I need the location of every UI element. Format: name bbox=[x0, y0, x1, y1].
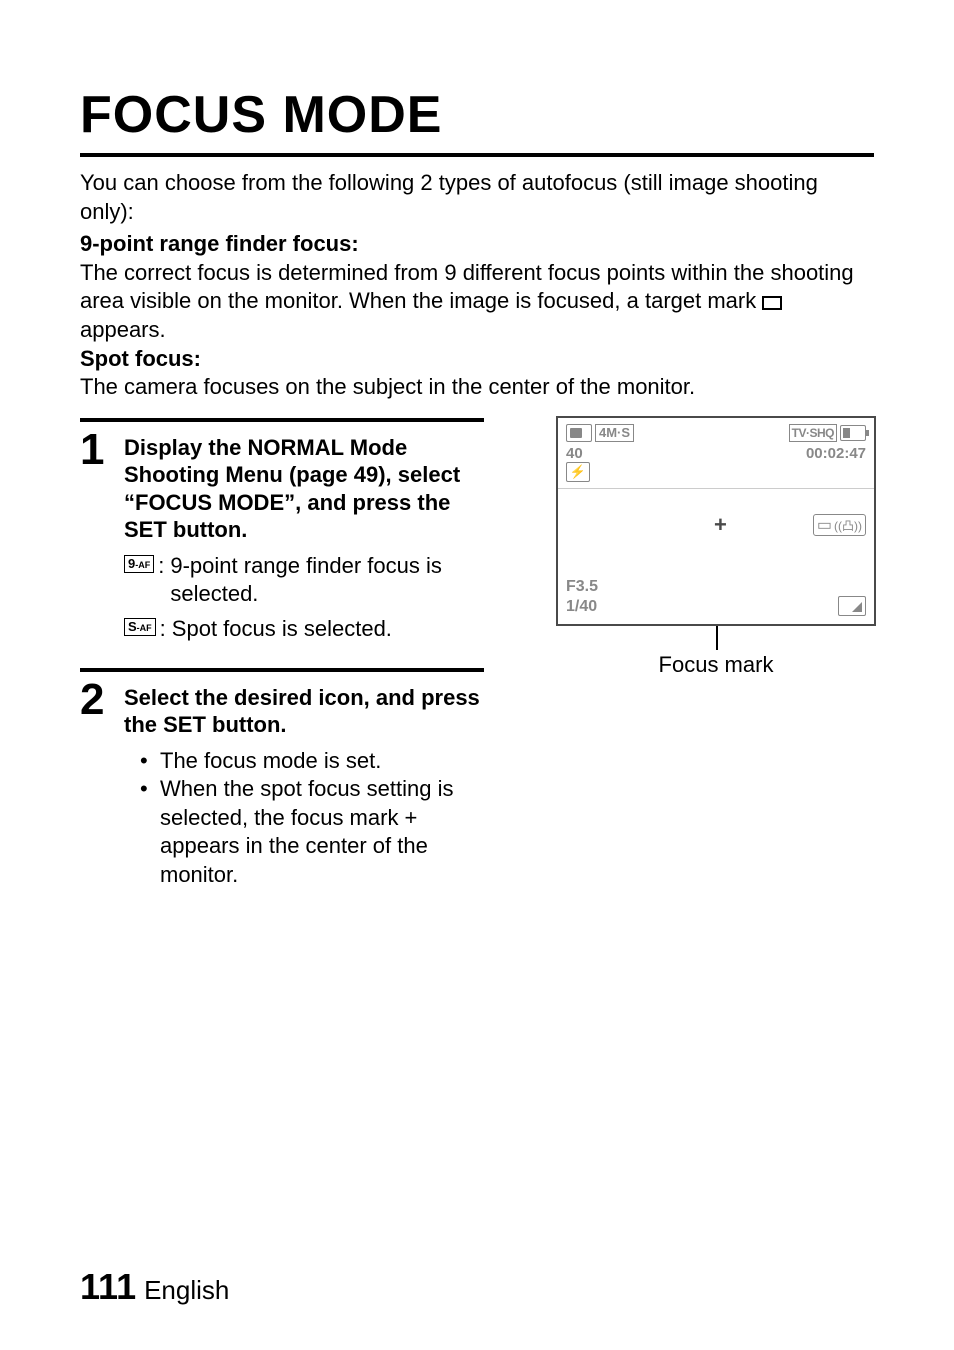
nine-point-af-icon: 9-AF bbox=[124, 555, 154, 573]
title-divider bbox=[80, 153, 874, 157]
intro-text: You can choose from the following 2 type… bbox=[80, 169, 874, 226]
memory-card-icon bbox=[838, 596, 866, 616]
flash-mode-icon: ⚡ bbox=[566, 462, 590, 482]
mode1-desc-after: appears. bbox=[80, 317, 166, 342]
mode1-desc-before: The correct focus is determined from 9 d… bbox=[80, 260, 854, 314]
step2-content: Select the desired icon, and press the S… bbox=[124, 678, 484, 890]
step1-divider bbox=[80, 418, 484, 422]
video-quality-badge: TV·SHQ bbox=[789, 424, 837, 442]
camera-screen-illustration: 4M·S 40 ⚡ TV·SHQ 00:02:47 ▭((凸)) + F3.5 … bbox=[556, 416, 876, 678]
step2-bullet1: The focus mode is set. bbox=[140, 747, 484, 776]
mode1-heading: 9-point range finder focus: bbox=[80, 230, 874, 259]
step1-title: Display the NORMAL Mode Shooting Menu (p… bbox=[124, 434, 484, 544]
step2-title: Select the desired icon, and press the S… bbox=[124, 684, 484, 739]
lcd-top-left: 4M·S bbox=[566, 424, 634, 442]
page-title: FOCUS MODE bbox=[80, 85, 874, 145]
record-mode-icon bbox=[566, 424, 592, 442]
mode2-heading: Spot focus: bbox=[80, 345, 874, 374]
focus-mark-label: Focus mark bbox=[556, 652, 876, 678]
recording-time: 00:02:47 bbox=[806, 445, 866, 462]
mode2-description: The camera focuses on the subject in the… bbox=[80, 373, 874, 402]
lcd-divider bbox=[558, 488, 874, 489]
colon: : bbox=[158, 552, 164, 581]
step1-option1: 9-AF : 9-point range finder focus is sel… bbox=[124, 552, 484, 609]
shutter-speed: 1/40 bbox=[566, 598, 597, 616]
battery-icon bbox=[840, 425, 866, 441]
step2-bullets: The focus mode is set. When the spot foc… bbox=[124, 747, 484, 890]
colon: : bbox=[160, 615, 166, 644]
focus-mark-plus: + bbox=[714, 514, 727, 536]
step1-option2-desc: Spot focus is selected. bbox=[172, 615, 392, 644]
aperture-value: F3.5 bbox=[566, 578, 598, 596]
step1-option1-desc: 9-point range finder focus is selected. bbox=[170, 552, 484, 609]
step1-option2: S-AF : Spot focus is selected. bbox=[124, 615, 484, 644]
lcd-top-right: TV·SHQ bbox=[789, 424, 866, 442]
step2-divider bbox=[80, 668, 484, 672]
mode1-description: The correct focus is determined from 9 d… bbox=[80, 259, 874, 345]
spot-af-icon: S-AF bbox=[124, 618, 156, 636]
callout-line bbox=[716, 626, 718, 650]
page-footer: 111 English bbox=[80, 1266, 229, 1308]
step2-bullet2: When the spot focus setting is selected,… bbox=[140, 775, 484, 889]
step2-number: 2 bbox=[80, 678, 124, 722]
target-mark-icon bbox=[764, 296, 780, 310]
image-size-badge: 4M·S bbox=[595, 424, 634, 442]
step1-number: 1 bbox=[80, 428, 124, 472]
page-language: English bbox=[144, 1275, 229, 1306]
step1-content: Display the NORMAL Mode Shooting Menu (p… bbox=[124, 428, 484, 650]
shots-remaining: 40 bbox=[566, 445, 583, 462]
camera-lcd: 4M·S 40 ⚡ TV·SHQ 00:02:47 ▭((凸)) + F3.5 … bbox=[556, 416, 876, 626]
step2: 2 Select the desired icon, and press the… bbox=[80, 678, 874, 890]
stabilizer-icon: ▭((凸)) bbox=[813, 514, 866, 536]
page-number: 111 bbox=[80, 1266, 136, 1308]
